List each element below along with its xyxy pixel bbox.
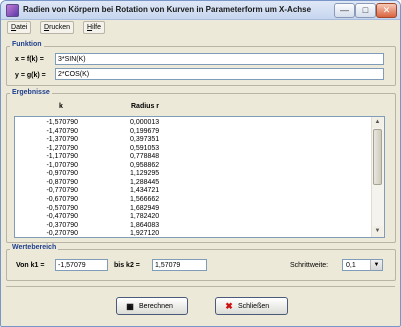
menu-drucken[interactable]: Drucken — [40, 21, 75, 34]
title-bar[interactable]: Radien von Körpern bei Rotation von Kurv… — [1, 1, 400, 20]
menu-datei-label: atei — [16, 24, 28, 31]
results-scrollbar[interactable]: ▲ ▼ — [371, 117, 384, 237]
step-select[interactable]: 0,1 ▼ — [342, 259, 383, 271]
x-function-label: x = f(k) = — [15, 56, 44, 63]
to-label: bis k2 = — [114, 262, 140, 269]
ergebnisse-title: Ergebnisse — [10, 89, 52, 96]
calculate-button[interactable]: ▦ Berechnen — [116, 297, 188, 315]
chevron-down-icon[interactable]: ▼ — [370, 260, 382, 270]
close-button[interactable]: ✖ Schließen — [215, 297, 288, 315]
from-input[interactable]: -1,57079 — [55, 259, 108, 271]
column-header-radius: Radius r — [131, 103, 160, 110]
to-input[interactable]: 1,57079 — [152, 259, 207, 271]
radius-value: 1,927120 — [130, 230, 160, 238]
funktion-title: Funktion — [10, 41, 44, 48]
menu-drucken-label: rucken — [49, 24, 71, 31]
button-panel — [6, 286, 395, 323]
list-item[interactable]: -0,270790 1,927120 — [15, 229, 370, 238]
k-value: -0,270790 — [46, 230, 78, 238]
results-list[interactable]: -1,570790 0,000013 -1,470790 0,199679 -1,370… — [14, 116, 385, 238]
close-window-icon[interactable]: ✕ — [376, 3, 397, 18]
scroll-up-icon[interactable]: ▲ — [372, 117, 383, 128]
menu-datei[interactable]: Datei — [7, 21, 32, 34]
close-x-icon: ✖ — [225, 301, 233, 311]
close-label: Schließen — [238, 303, 270, 310]
from-label: Von k1 = — [16, 262, 45, 269]
x-function-input[interactable]: 3*SIN(K) — [55, 53, 384, 65]
maximize-icon[interactable]: □ — [355, 3, 376, 18]
window-title: Radien von Körpern bei Rotation von Kurv… — [23, 5, 312, 14]
main-window: Radien von Körpern bei Rotation von Kurv… — [0, 0, 401, 327]
y-function-input[interactable]: 2*COS(K) — [55, 68, 384, 80]
wertebereich-title: Wertebereich — [10, 244, 59, 251]
minimize-icon[interactable]: — — [334, 3, 355, 18]
column-header-k: k — [59, 103, 63, 110]
scroll-thumb[interactable] — [373, 129, 382, 185]
step-label: Schrittweite: — [290, 262, 329, 269]
calculator-icon: ▦ — [126, 302, 134, 311]
calculate-label: Berechnen — [139, 303, 173, 310]
step-value: 0,1 — [346, 262, 356, 269]
menu-hilfe[interactable]: Hilfe — [83, 21, 106, 34]
menu-hilfe-label: ilfe — [92, 24, 102, 31]
y-function-label: y = g(k) = — [15, 72, 46, 79]
app-icon — [6, 4, 19, 17]
scroll-down-icon[interactable]: ▼ — [372, 226, 383, 237]
